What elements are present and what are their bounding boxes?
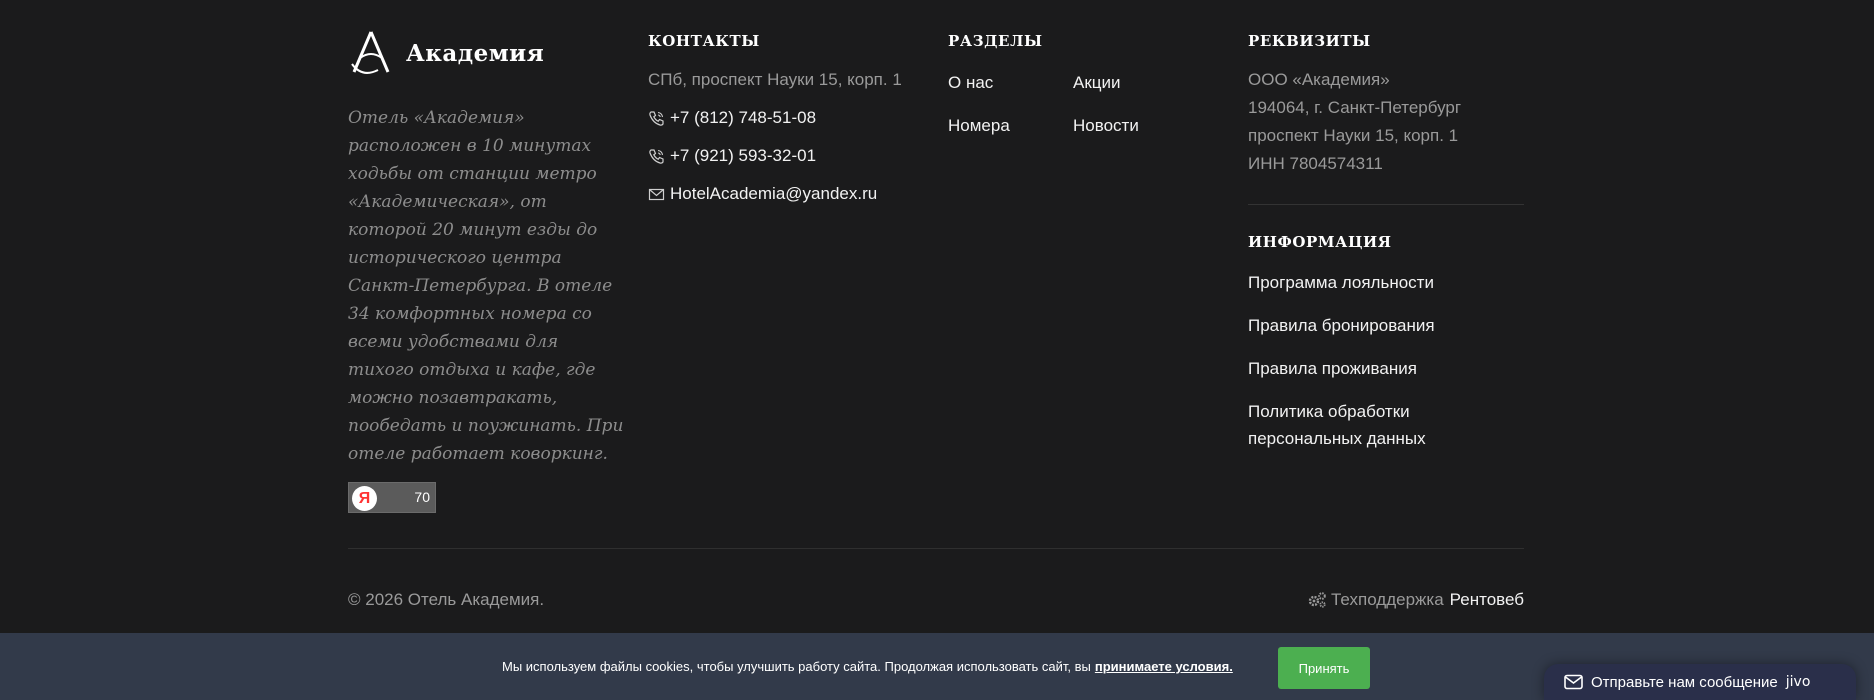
footer-divider (348, 548, 1524, 549)
requisites-line: ООО «Академия» (1248, 70, 1390, 89)
phone-link-2[interactable]: +7 (921) 593-32-01 (648, 146, 928, 166)
information-links: Программа лояльности Правила бронировани… (1248, 269, 1524, 452)
nav-link-news[interactable]: Новости (1073, 114, 1198, 138)
nav-link-about[interactable]: О нас (948, 71, 1073, 95)
column-divider (1248, 204, 1524, 205)
copyright-text: © 2026 Отель Академия. (348, 590, 545, 609)
email-address: HotelAcademia@yandex.ru (670, 184, 878, 203)
cookie-terms-link[interactable]: принимаете условия. (1095, 659, 1233, 674)
info-link-stay-rules[interactable]: Правила проживания (1248, 355, 1488, 382)
brand-name: Академия (406, 39, 545, 67)
sections-nav: О нас Акции Номера Новости (948, 71, 1228, 138)
requisites-line: 194064, г. Санкт-Петербург (1248, 98, 1462, 117)
requisites-details: ООО «Академия» 194064, г. Санкт-Петербур… (1248, 66, 1524, 178)
site-footer: Академия Отель «Академия» расположен в 1… (0, 0, 1874, 633)
yandex-logo-icon: Я (352, 486, 377, 511)
contacts-column: КОНТАКТЫ СПб, проспект Науки 15, корп. 1… (648, 28, 928, 204)
envelope-icon (1564, 674, 1583, 690)
rating-value: 70 (414, 489, 430, 505)
support-brand-link[interactable]: Рентовеб (1450, 590, 1524, 610)
brand-column: Академия Отель «Академия» расположен в 1… (348, 28, 628, 513)
jivo-logo: jivo (1785, 674, 1811, 690)
requisites-column: РЕКВИЗИТЫ ООО «Академия» 194064, г. Санк… (1248, 28, 1524, 468)
requisites-line: проспект Науки 15, корп. 1 (1248, 126, 1459, 145)
phone-link-1[interactable]: +7 (812) 748-51-08 (648, 108, 928, 128)
sections-column: РАЗДЕЛЫ О нас Акции Номера Новости (948, 28, 1228, 138)
requisites-line: ИНН 7804574311 (1248, 154, 1383, 173)
requisites-title: РЕКВИЗИТЫ (1248, 32, 1371, 50)
cookie-message: Мы используем файлы cookies, чтобы улучш… (502, 659, 1233, 674)
tech-support[interactable]: Техподдержка Рентовеб (1307, 590, 1524, 610)
envelope-icon (648, 188, 665, 200)
sections-title: РАЗДЕЛЫ (948, 32, 1043, 50)
accept-cookies-button[interactable]: Принять (1278, 647, 1370, 689)
info-link-booking-rules[interactable]: Правила бронирования (1248, 312, 1488, 339)
contact-address: СПб, проспект Науки 15, корп. 1 (648, 70, 902, 89)
email-link[interactable]: HotelAcademia@yandex.ru (648, 184, 928, 204)
contacts-title: КОНТАКТЫ (648, 32, 760, 50)
phone-number-1: +7 (812) 748-51-08 (670, 108, 817, 127)
phone-icon (649, 110, 664, 126)
phone-number-2: +7 (921) 593-32-01 (670, 146, 817, 165)
support-label: Техподдержка (1330, 590, 1444, 609)
hotel-description: Отель «Академия» расположен в 10 минутах… (348, 108, 624, 464)
nav-link-rooms[interactable]: Номера (948, 114, 1073, 138)
chat-label: Отправьте нам сообщение (1591, 673, 1778, 691)
yandex-rating-badge[interactable]: Я 70 (348, 482, 436, 513)
chat-widget[interactable]: Отправьте нам сообщение jivo (1544, 664, 1856, 700)
phone-icon (649, 148, 664, 164)
academia-logo-icon (351, 31, 390, 74)
gears-icon (1308, 592, 1326, 608)
nav-link-promotions[interactable]: Акции (1073, 71, 1198, 95)
logo[interactable]: Академия (348, 28, 628, 78)
info-link-loyalty[interactable]: Программа лояльности (1248, 269, 1448, 296)
info-link-privacy-policy[interactable]: Политика обработки персональных данных (1248, 398, 1448, 452)
cookie-text: Мы используем файлы cookies, чтобы улучш… (502, 659, 1091, 674)
information-title: ИНФОРМАЦИЯ (1248, 233, 1392, 251)
